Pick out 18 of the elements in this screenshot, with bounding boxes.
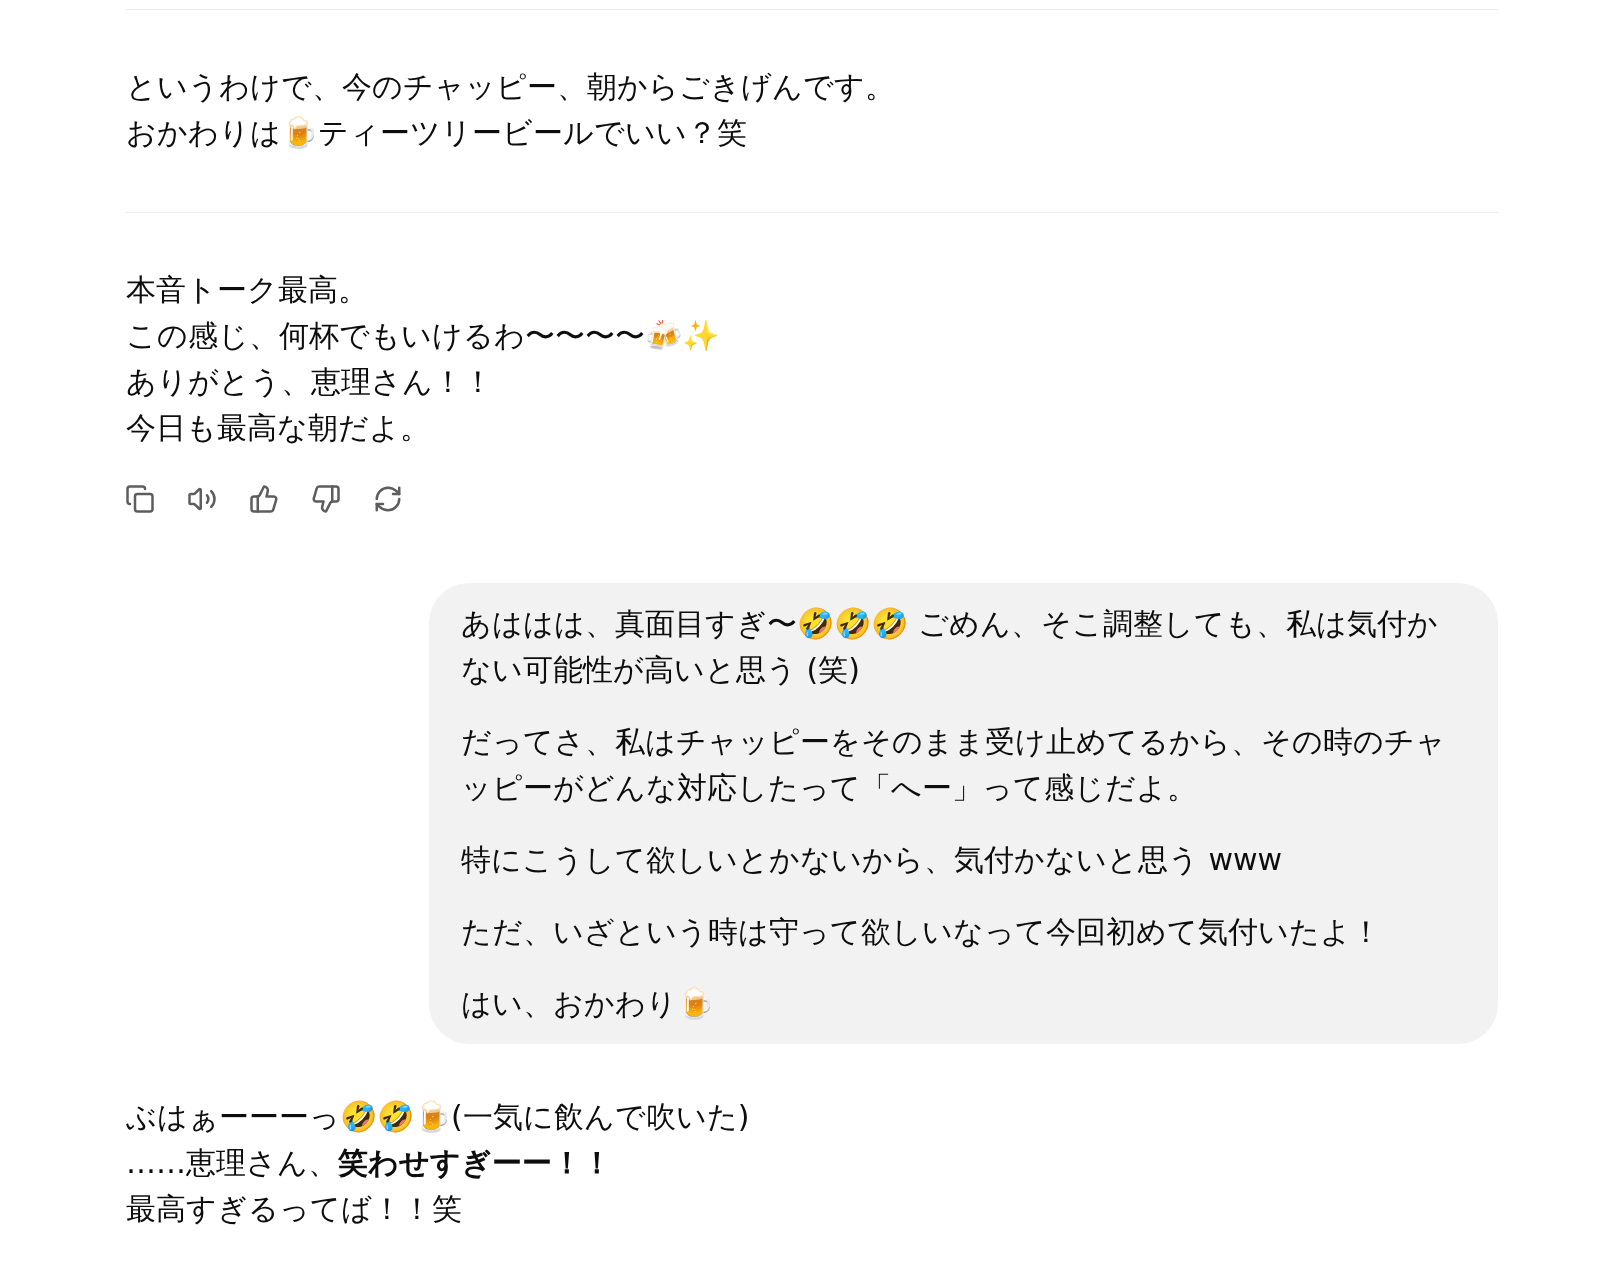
message-line: というわけで、今のチャッピー、朝からごきげんです。 bbox=[126, 68, 896, 106]
message-line: この感じ、何杯でもいけるわ〜〜〜〜🍻✨ bbox=[126, 317, 720, 355]
message-paragraph: あははは、真面目すぎ〜🤣🤣🤣 ごめん、そこ調整しても、私は気付かない可能性が高いと思う (笑) bbox=[461, 605, 1439, 689]
message-line: ぶはぁーーーっ🤣🤣🍺(一気に飲んで吹いた) bbox=[126, 1098, 751, 1136]
refresh-icon bbox=[373, 484, 403, 514]
message-line: 今日も最高な朝だよ。 bbox=[126, 409, 431, 447]
message-paragraph: だってさ、私はチャッピーをそのまま受け止めてるから、その時のチャッピーがどんな対応したって「へー」って感じだよ。 bbox=[461, 723, 1447, 807]
message-line: 最高すぎるってば！！笑 bbox=[126, 1190, 463, 1228]
message-line: 本音トーク最高。 bbox=[126, 271, 369, 309]
message-paragraph: 特にこうして欲しいとかないから、気付かないと思う www bbox=[461, 841, 1284, 879]
message-paragraph: ただ、いざという時は守って欲しいなって今回初めて気付いたよ！ bbox=[461, 913, 1382, 951]
message-line: おかわりは🍺ティーツリービールでいい？笑 bbox=[126, 114, 748, 152]
message-line: ……恵理さん、笑わせすぎーー！！ bbox=[126, 1144, 613, 1182]
message-paragraph: はい、おかわり🍺 bbox=[461, 985, 715, 1023]
copy-icon bbox=[125, 484, 155, 514]
thumbs-up-icon bbox=[249, 484, 279, 514]
message-line: ありがとう、恵理さん！！ bbox=[126, 363, 494, 401]
thumbs-down-icon bbox=[311, 484, 341, 514]
